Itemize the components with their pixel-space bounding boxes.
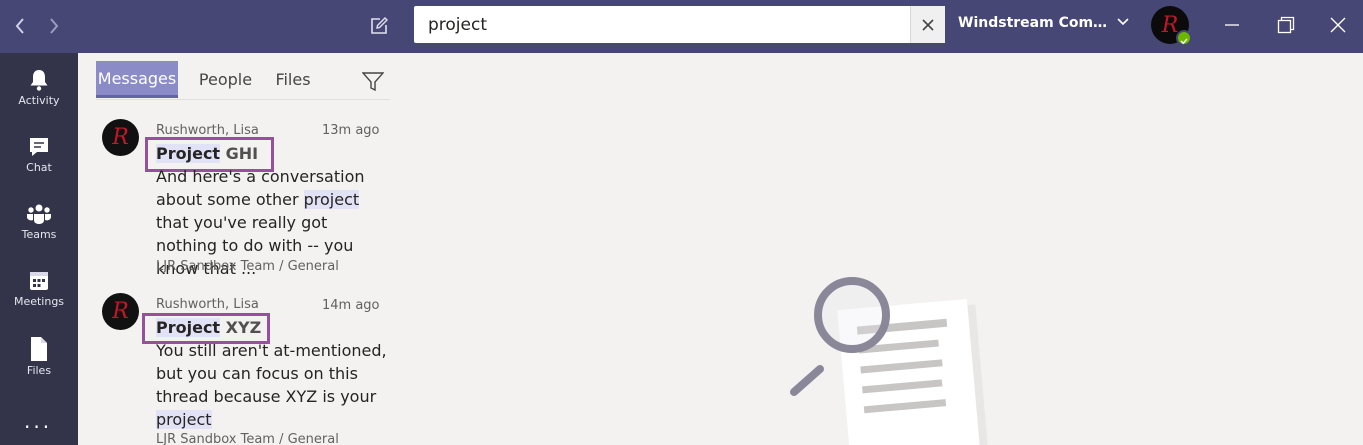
forward-button[interactable] [42,12,66,40]
close-window-button[interactable] [1322,10,1354,40]
tab-messages[interactable]: Messages [96,61,178,98]
more-apps-button[interactable]: ... [24,409,52,433]
chevron-left-icon [15,18,24,34]
chevron-right-icon [50,18,59,34]
search-result[interactable]: R Rushworth, Lisa 13m ago Project GHI An… [78,115,414,285]
result-title: Project GHI [156,144,258,163]
tab-files[interactable]: Files [273,61,313,98]
compose-icon [371,17,388,34]
rail-item-meetings[interactable]: Meetings [0,261,78,323]
tab-people[interactable]: People [198,61,253,98]
minimize-icon [1225,24,1239,26]
app-rail: Activity Chat Teams Meetings Files ... [0,53,78,445]
teams-icon [27,204,51,224]
title-match: Project [156,318,221,337]
rail-item-teams[interactable]: Teams [0,194,78,256]
avatar: R [102,119,139,156]
result-time: 14m ago [322,298,380,313]
chevron-down-icon[interactable] [1117,17,1129,27]
back-button[interactable] [8,12,32,40]
search-result[interactable]: R Rushworth, Lisa 14m ago Project XYZ Yo… [78,289,414,445]
search-input[interactable] [414,6,909,43]
rail-label-files: Files [26,364,52,377]
filter-icon[interactable] [362,72,384,92]
maximize-button[interactable] [1270,10,1302,40]
rail-label-chat: Chat [26,161,52,174]
org-switcher-label[interactable]: Windstream Communi... [958,15,1110,31]
bell-icon [30,70,48,91]
file-icon [31,337,47,361]
new-chat-button[interactable] [366,13,392,39]
result-time: 13m ago [322,123,380,138]
search-illustration-icon [790,277,989,445]
rail-label-meetings: Meetings [13,295,65,308]
result-channel: LJR Sandbox Team / General [156,259,339,274]
avatar: R [102,293,139,330]
result-sender: Rushworth, Lisa [156,297,259,312]
rail-label-teams: Teams [21,228,57,241]
rail-item-files[interactable]: Files [0,328,78,390]
calendar-icon [30,272,48,290]
title-rest: GHI [220,144,259,163]
search-box [414,6,945,43]
title-match: Project [156,144,221,163]
chat-icon [30,138,48,156]
rail-item-activity[interactable]: Activity [0,60,78,122]
main-content [414,53,1363,445]
title-bar: Windstream Communi... R [0,0,1363,53]
search-results-panel: Messages People Files R Rushworth, Lisa … [78,53,414,445]
close-icon [922,18,934,31]
rail-item-chat[interactable]: Chat [0,127,78,189]
result-title: Project XYZ [156,318,261,337]
clear-search-button[interactable] [910,6,945,43]
rail-label-activity: Activity [18,94,60,107]
close-icon [1330,17,1346,33]
title-rest: XYZ [220,318,262,337]
restore-icon [1277,16,1295,34]
tab-divider [96,99,390,100]
result-channel: LJR Sandbox Team / General [156,432,339,445]
result-sender: Rushworth, Lisa [156,123,259,138]
snippet-match: project [303,190,360,209]
snippet-text: You still aren't at-mentioned, but you c… [156,341,387,406]
result-snippet: You still aren't at-mentioned, but you c… [156,339,392,431]
minimize-button[interactable] [1216,10,1248,40]
presence-available-icon [1176,30,1192,46]
snippet-match: project [156,410,212,429]
